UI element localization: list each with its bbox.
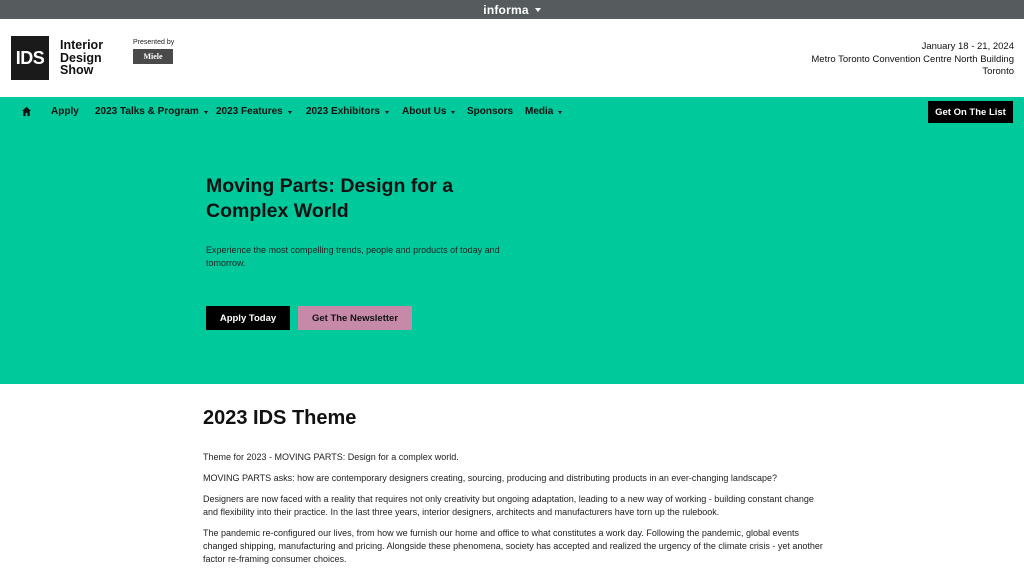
nav-item-media[interactable]: Media bbox=[525, 106, 563, 117]
ids-logo[interactable]: IDS Interior Design Show bbox=[11, 36, 103, 80]
chevron-down-icon bbox=[384, 110, 389, 114]
logo-line-1: Interior bbox=[60, 38, 104, 53]
theme-paragraph: Theme for 2023 - MOVING PARTS: Design fo… bbox=[203, 452, 459, 462]
hero-title: Moving Parts: Design for a Complex World bbox=[206, 175, 454, 222]
nav-item-label: 2023 Exhibitors bbox=[306, 106, 380, 117]
get-newsletter-button[interactable]: Get The Newsletter bbox=[298, 306, 412, 330]
ids-logo-mark: IDS bbox=[11, 36, 49, 80]
nav-item-label: Apply bbox=[51, 106, 79, 117]
event-city: Toronto bbox=[982, 66, 1014, 77]
informa-menu[interactable]: informa bbox=[483, 2, 541, 17]
nav-item-apply[interactable]: Apply bbox=[51, 106, 79, 117]
nav-item-label: Media bbox=[525, 106, 554, 117]
nav-item-sponsors[interactable]: Sponsors bbox=[467, 106, 513, 117]
nav-item-label: Sponsors bbox=[467, 106, 514, 117]
sponsor-logo[interactable]: Miele bbox=[133, 49, 173, 64]
chevron-down-icon bbox=[534, 8, 541, 12]
ids-logo-text: Interior Design Show bbox=[60, 39, 103, 77]
event-info: January 18 - 21, 2024 Metro Toronto Conv… bbox=[811, 41, 1014, 79]
logo-line-3: Show bbox=[60, 63, 94, 78]
section-heading: 2023 IDS Theme bbox=[203, 407, 357, 429]
chevron-down-icon bbox=[451, 110, 456, 114]
chevron-down-icon bbox=[287, 110, 292, 114]
event-dates: January 18 - 21, 2024 bbox=[921, 41, 1014, 52]
nav-item-label: About Us bbox=[402, 106, 447, 117]
nav-item-about-us[interactable]: About Us bbox=[402, 106, 456, 117]
site-header: IDS Interior Design Show Presented by Mi… bbox=[0, 19, 1024, 97]
hero-section: Moving Parts: Design for a Complex World… bbox=[0, 127, 1024, 384]
get-on-the-list-button[interactable]: Get On The List bbox=[928, 101, 1013, 123]
theme-paragraph: The pandemic re-configured our lives, fr… bbox=[203, 528, 823, 564]
informa-label: informa bbox=[483, 2, 529, 17]
home-icon[interactable] bbox=[21, 106, 32, 117]
nav-item-exhibitors[interactable]: 2023 Exhibitors bbox=[306, 106, 389, 117]
main-nav: Apply 2023 Talks & Program 2023 Features… bbox=[0, 97, 1024, 127]
theme-section: 2023 IDS Theme Theme for 2023 - MOVING P… bbox=[203, 384, 823, 574]
nav-item-features[interactable]: 2023 Features bbox=[216, 106, 292, 117]
hero-subtitle: Experience the most compelling trends, p… bbox=[206, 245, 500, 268]
nav-item-label: 2023 Features bbox=[216, 106, 283, 117]
event-venue: Metro Toronto Convention Centre North Bu… bbox=[811, 53, 1014, 65]
apply-today-button[interactable]: Apply Today bbox=[206, 306, 290, 330]
chevron-down-icon bbox=[558, 110, 563, 114]
theme-paragraph: Designers are now faced with a reality t… bbox=[203, 494, 814, 517]
presented-by-label: Presented by bbox=[133, 39, 175, 46]
chevron-down-icon bbox=[203, 110, 208, 114]
theme-paragraph: MOVING PARTS asks: how are contemporary … bbox=[203, 473, 777, 483]
nav-item-label: 2023 Talks & Program bbox=[95, 106, 199, 117]
nav-item-talks-program[interactable]: 2023 Talks & Program bbox=[95, 106, 208, 117]
informa-bar: informa bbox=[0, 0, 1024, 19]
